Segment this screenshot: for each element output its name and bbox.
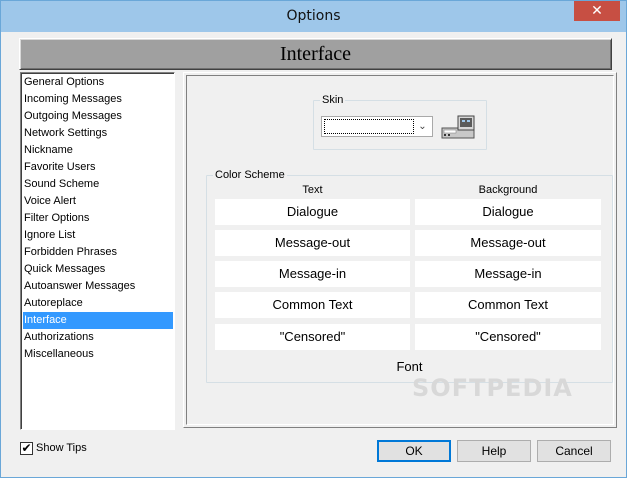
color-scheme-group: Color Scheme Text Background Dialogue Di… xyxy=(206,169,613,383)
ok-button[interactable]: OK xyxy=(377,440,451,462)
sidebar-item-ignore-list[interactable]: Ignore List xyxy=(23,227,173,244)
interface-settings-inner: Skin ⌄ Color Scheme Text Background Dial… xyxy=(186,75,614,425)
skin-select[interactable]: ⌄ xyxy=(321,116,433,137)
show-tips-label: Show Tips xyxy=(36,442,87,454)
sidebar-item-autoanswer-messages[interactable]: Autoanswer Messages xyxy=(23,278,173,295)
sidebar-item-autoreplace[interactable]: Autoreplace xyxy=(23,295,173,312)
text-color-censored-button[interactable]: "Censored" xyxy=(215,324,410,350)
text-color-message-out-button[interactable]: Message-out xyxy=(215,230,410,256)
help-button[interactable]: Help xyxy=(457,440,531,462)
sidebar-item-filter-options[interactable]: Filter Options xyxy=(23,210,173,227)
skin-preview-icon xyxy=(441,115,475,139)
background-color-censored-button[interactable]: "Censored" xyxy=(415,324,601,350)
title-bar[interactable]: Options ✕ xyxy=(1,1,626,32)
window-title: Options xyxy=(286,8,341,24)
background-color-common-text-button[interactable]: Common Text xyxy=(415,292,601,318)
text-color-common-text-button[interactable]: Common Text xyxy=(215,292,410,318)
sidebar-item-outgoing-messages[interactable]: Outgoing Messages xyxy=(23,108,173,125)
section-banner: Interface xyxy=(19,38,612,70)
background-color-dialogue-button[interactable]: Dialogue xyxy=(415,199,601,225)
options-window: Options ✕ Interface General Options Inco… xyxy=(0,0,627,478)
chevron-down-icon[interactable]: ⌄ xyxy=(414,118,431,135)
sidebar-item-general-options[interactable]: General Options xyxy=(23,74,173,91)
sidebar-item-forbidden-phrases[interactable]: Forbidden Phrases xyxy=(23,244,173,261)
background-color-message-in-button[interactable]: Message-in xyxy=(415,261,601,287)
sidebar-item-favorite-users[interactable]: Favorite Users xyxy=(23,159,173,176)
interface-settings-panel: Skin ⌄ Color Scheme Text Background Dial… xyxy=(183,72,617,428)
options-category-list[interactable]: General Options Incoming Messages Outgoi… xyxy=(20,72,175,430)
sidebar-item-sound-scheme[interactable]: Sound Scheme xyxy=(23,176,173,193)
background-color-message-out-button[interactable]: Message-out xyxy=(415,230,601,256)
close-icon: ✕ xyxy=(591,3,603,19)
text-column-header: Text xyxy=(302,184,323,196)
sidebar-item-incoming-messages[interactable]: Incoming Messages xyxy=(23,91,173,108)
sidebar-item-interface[interactable]: Interface xyxy=(23,312,173,329)
sidebar-item-voice-alert[interactable]: Voice Alert xyxy=(23,193,173,210)
background-column-header: Background xyxy=(478,184,538,196)
skin-group-label: Skin xyxy=(320,94,346,106)
text-color-message-in-button[interactable]: Message-in xyxy=(215,261,410,287)
checkbox-check-icon[interactable]: ✔ xyxy=(20,442,33,455)
dialog-client: Interface General Options Incoming Messa… xyxy=(8,32,619,471)
sidebar-item-authorizations[interactable]: Authorizations xyxy=(23,329,173,346)
text-color-dialogue-button[interactable]: Dialogue xyxy=(215,199,410,225)
skin-select-value xyxy=(324,119,414,134)
sidebar-item-network-settings[interactable]: Network Settings xyxy=(23,125,173,142)
close-button[interactable]: ✕ xyxy=(574,1,620,21)
color-scheme-group-label: Color Scheme xyxy=(213,169,287,181)
skin-group: Skin ⌄ xyxy=(313,94,487,150)
section-title: Interface xyxy=(279,43,352,65)
sidebar-item-miscellaneous[interactable]: Miscellaneous xyxy=(23,346,173,363)
cancel-button[interactable]: Cancel xyxy=(537,440,611,462)
sidebar-item-quick-messages[interactable]: Quick Messages xyxy=(23,261,173,278)
font-button[interactable]: Font xyxy=(207,359,612,375)
sidebar-item-nickname[interactable]: Nickname xyxy=(23,142,173,159)
